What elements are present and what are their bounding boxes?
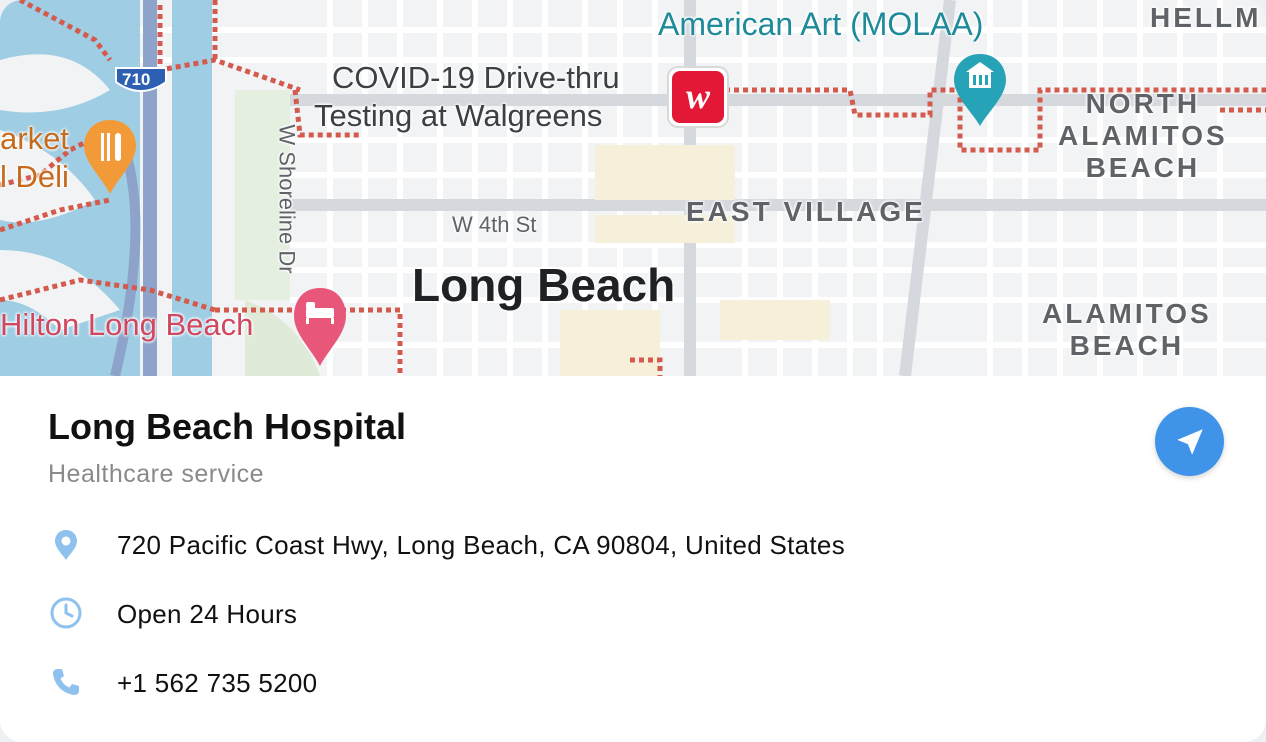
museum-icon	[954, 54, 1006, 126]
north-alamitos-line1: NORTH	[1085, 88, 1201, 119]
walgreens-icon: w	[667, 66, 729, 128]
hours-row: Open 24 Hours	[0, 591, 1266, 635]
hilton-label[interactable]: Hilton Long Beach	[0, 307, 253, 343]
place-category: Healthcare service	[48, 460, 265, 488]
east-village-label: EAST VILLAGE	[686, 196, 926, 227]
directions-button[interactable]	[1155, 407, 1224, 476]
market-deli-label-line1[interactable]: arket	[0, 120, 69, 158]
shoreline-dr-label: W Shoreline Dr	[274, 124, 300, 274]
place-details: Long Beach Hospital Healthcare service 7…	[0, 376, 1266, 742]
alamitos-line2: BEACH	[1069, 330, 1185, 361]
svg-text:w: w	[686, 76, 711, 116]
museum-label[interactable]: American Art (MOLAA)	[658, 6, 983, 43]
navigation-arrow-icon	[1176, 428, 1203, 455]
phone-row[interactable]: +1 562 735 5200	[0, 660, 1266, 704]
market-deli-label-line2[interactable]: l Deli	[0, 158, 69, 196]
hours-text: Open 24 Hours	[117, 599, 298, 629]
north-alamitos-line3: BEACH	[1085, 152, 1201, 183]
city-label: Long Beach	[412, 259, 676, 311]
location-pin-icon	[55, 530, 77, 560]
phone-text: +1 562 735 5200	[117, 668, 318, 698]
hellm-label: HELLM	[1150, 2, 1262, 33]
clock-icon	[50, 597, 82, 629]
alamitos-line1: ALAMITOS	[1042, 298, 1212, 329]
w-4th-st-label: W 4th St	[452, 212, 537, 237]
address-row[interactable]: 720 Pacific Coast Hwy, Long Beach, CA 90…	[0, 522, 1266, 566]
north-alamitos-line2: ALAMITOS	[1058, 120, 1228, 151]
alamitos-beach-label: ALAMITOS BEACH	[1042, 298, 1212, 362]
north-alamitos-beach-label: NORTH ALAMITOS BEACH	[1058, 88, 1228, 184]
phone-icon	[53, 669, 79, 695]
address-text: 720 Pacific Coast Hwy, Long Beach, CA 90…	[117, 530, 845, 560]
highway-shield-label: 710	[122, 70, 151, 89]
covid-testing-label-line2[interactable]: Testing at Walgreens	[314, 98, 602, 134]
covid-testing-label-line1[interactable]: COVID-19 Drive-thru	[332, 60, 620, 96]
map-preview[interactable]: w 710 American Art (MOLAA) HELLM COVID-1…	[0, 0, 1266, 376]
place-name: Long Beach Hospital	[48, 406, 407, 447]
place-card: w 710 American Art (MOLAA) HELLM COVID-1…	[0, 0, 1266, 742]
